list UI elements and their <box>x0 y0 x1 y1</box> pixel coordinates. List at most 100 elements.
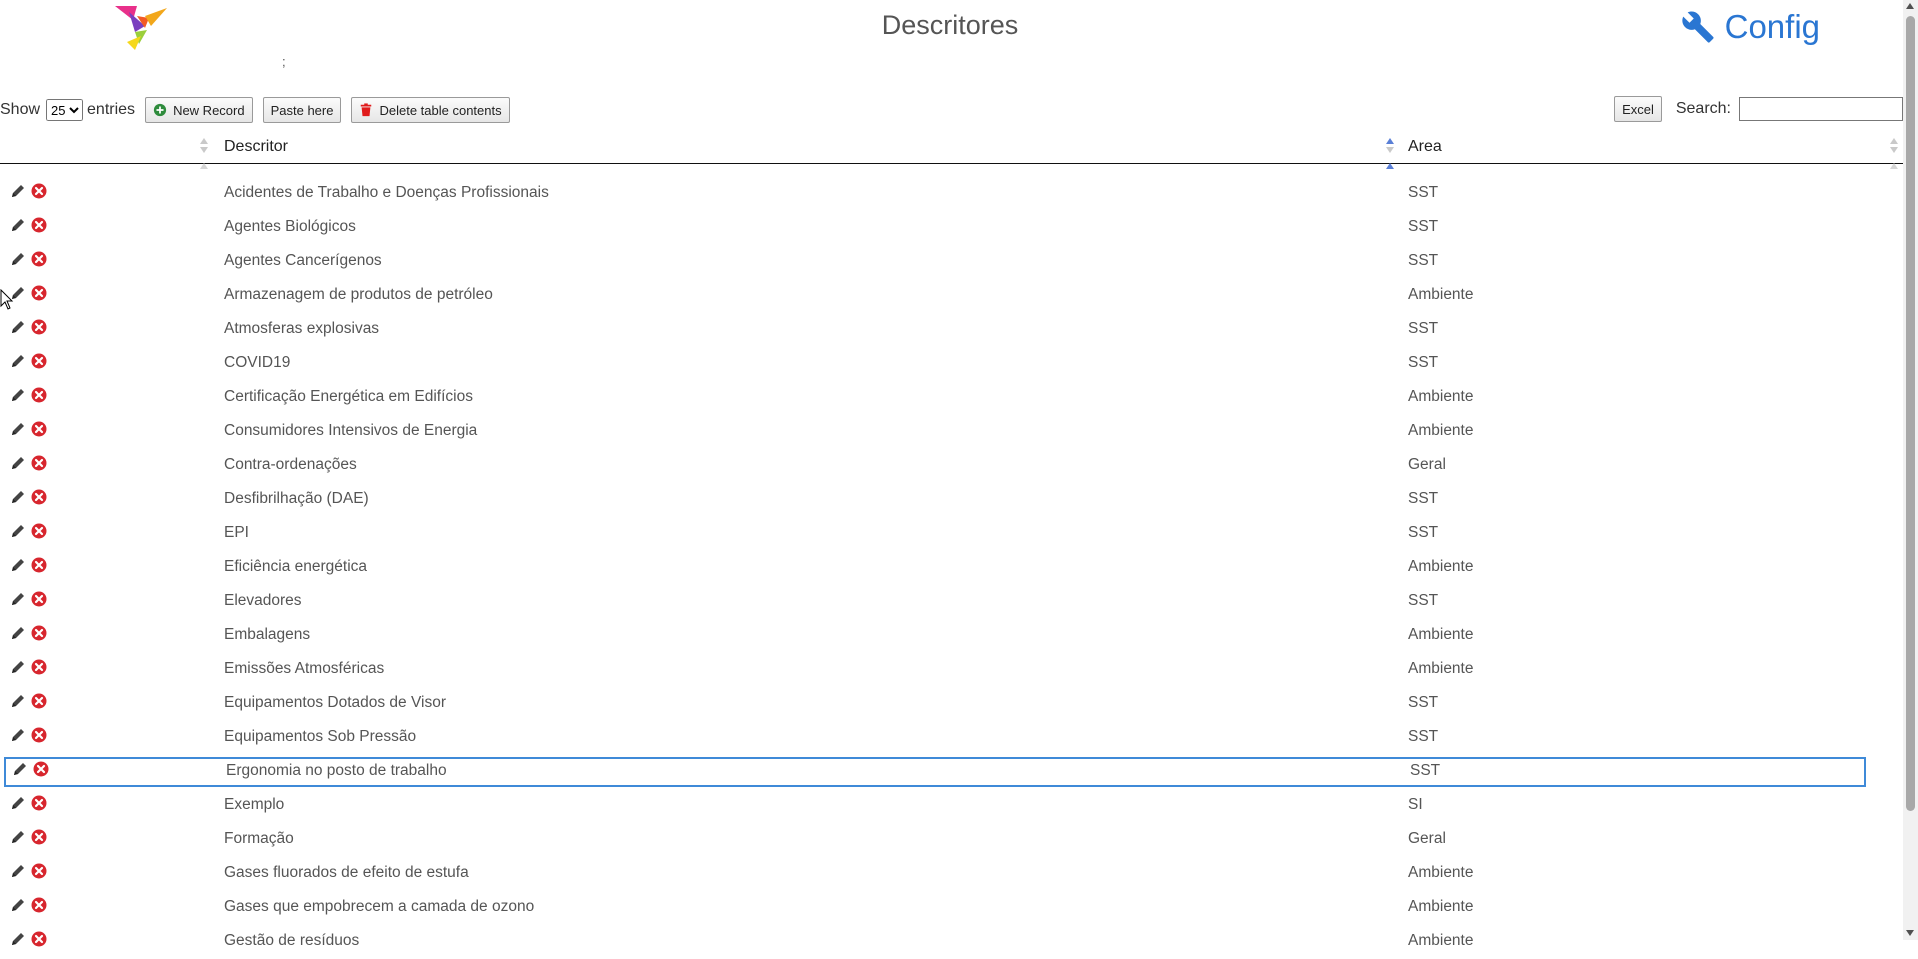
table-row[interactable]: Exemplo SI <box>0 789 1903 823</box>
delete-x-icon[interactable] <box>31 659 47 675</box>
edit-pencil-icon[interactable] <box>10 523 26 539</box>
table-row[interactable]: Eficiência energética Ambiente <box>0 551 1903 585</box>
column-header-descritor[interactable]: Descritor <box>224 138 288 156</box>
cell-area: Geral <box>1408 830 1446 847</box>
edit-pencil-icon[interactable] <box>10 625 26 641</box>
edit-pencil-icon[interactable] <box>10 387 26 403</box>
row-actions <box>10 489 52 505</box>
delete-x-icon[interactable] <box>31 625 47 641</box>
delete-x-icon[interactable] <box>31 251 47 267</box>
table-row[interactable]: Acidentes de Trabalho e Doenças Profissi… <box>0 177 1903 211</box>
delete-table-button[interactable]: Delete table contents <box>351 97 510 123</box>
delete-x-icon[interactable] <box>31 353 47 369</box>
row-actions <box>10 829 52 845</box>
table-row[interactable]: Ergonomia no posto de trabalho SST <box>2 755 1868 789</box>
cell-area: Ambiente <box>1408 388 1474 405</box>
vertical-scrollbar[interactable] <box>1903 0 1918 940</box>
delete-x-icon[interactable] <box>31 591 47 607</box>
edit-pencil-icon[interactable] <box>10 217 26 233</box>
table-row[interactable]: Equipamentos Sob Pressão SST <box>0 721 1903 755</box>
table-row[interactable]: Gases que empobrecem a camada de ozono Am… <box>0 891 1903 925</box>
edit-pencil-icon[interactable] <box>10 931 26 947</box>
table-row[interactable]: Gestão de resíduos Ambiente <box>0 925 1903 959</box>
edit-pencil-icon[interactable] <box>10 319 26 335</box>
edit-pencil-icon[interactable] <box>10 693 26 709</box>
delete-x-icon[interactable] <box>33 761 49 777</box>
table-row[interactable]: Agentes Biológicos SST <box>0 211 1903 245</box>
descritor-sort-icon[interactable] <box>1385 138 1395 156</box>
scroll-down-icon[interactable] <box>1906 930 1914 936</box>
table-row[interactable]: EPI SST <box>0 517 1903 551</box>
delete-x-icon[interactable] <box>31 489 47 505</box>
delete-x-icon[interactable] <box>31 557 47 573</box>
edit-pencil-icon[interactable] <box>10 727 26 743</box>
edit-pencil-icon[interactable] <box>10 659 26 675</box>
delete-x-icon[interactable] <box>31 421 47 437</box>
delete-x-icon[interactable] <box>31 795 47 811</box>
stray-text: ; <box>282 54 286 69</box>
cell-descritor: Eficiência energética <box>224 558 368 575</box>
cell-area: Ambiente <box>1408 898 1474 915</box>
edit-pencil-icon[interactable] <box>10 489 26 505</box>
edit-pencil-icon[interactable] <box>10 251 26 267</box>
new-record-button[interactable]: New Record <box>145 97 253 123</box>
delete-x-icon[interactable] <box>31 285 47 301</box>
table-row[interactable]: Armazenagem de produtos de petróleo Ambie… <box>0 279 1903 313</box>
edit-pencil-icon[interactable] <box>10 591 26 607</box>
excel-button[interactable]: Excel <box>1614 96 1662 122</box>
search-input[interactable] <box>1739 97 1903 121</box>
scroll-up-icon[interactable] <box>1906 3 1914 9</box>
table-row[interactable]: Agentes Cancerígenos SST <box>0 245 1903 279</box>
column-header-area[interactable]: Area <box>1408 138 1442 156</box>
cell-descritor: Certificação Energética em Edifícios <box>224 388 473 405</box>
cell-descritor: Acidentes de Trabalho e Doenças Profissi… <box>224 184 549 201</box>
delete-x-icon[interactable] <box>31 455 47 471</box>
actions-sub-sort-icon <box>200 163 208 169</box>
table-row[interactable]: Gases fluorados de efeito de estufa Ambie… <box>0 857 1903 891</box>
delete-x-icon[interactable] <box>31 931 47 947</box>
table-row[interactable]: Desfibrilhação (DAE) SST <box>0 483 1903 517</box>
delete-x-icon[interactable] <box>31 319 47 335</box>
delete-x-icon[interactable] <box>31 183 47 199</box>
cell-descritor: Gestão de resíduos <box>224 932 360 949</box>
table-row[interactable]: Formação Geral <box>0 823 1903 857</box>
edit-pencil-icon[interactable] <box>10 557 26 573</box>
paste-button[interactable]: Paste here <box>262 97 342 123</box>
table-row[interactable]: Consumidores Intensivos de Energia Ambien… <box>0 415 1903 449</box>
delete-x-icon[interactable] <box>31 727 47 743</box>
edit-pencil-icon[interactable] <box>10 183 26 199</box>
row-actions <box>12 761 54 777</box>
delete-x-icon[interactable] <box>31 897 47 913</box>
cell-area: Ambiente <box>1408 864 1474 881</box>
cell-descritor: Emissões Atmosféricas <box>224 660 385 677</box>
delete-x-icon[interactable] <box>31 387 47 403</box>
actions-column-sort-icon[interactable] <box>199 138 209 156</box>
table-row[interactable]: Emissões Atmosféricas Ambiente <box>0 653 1903 687</box>
edit-pencil-icon[interactable] <box>10 863 26 879</box>
table-row[interactable]: Certificação Energética em Edifícios Ambi… <box>0 381 1903 415</box>
delete-x-icon[interactable] <box>31 863 47 879</box>
delete-x-icon[interactable] <box>31 829 47 845</box>
table-row[interactable]: Equipamentos Dotados de Visor SST <box>0 687 1903 721</box>
table-row[interactable]: COVID19 SST <box>0 347 1903 381</box>
config-link[interactable]: Config <box>1681 8 1820 46</box>
edit-pencil-icon[interactable] <box>10 897 26 913</box>
table-row[interactable]: Embalagens Ambiente <box>0 619 1903 653</box>
delete-x-icon[interactable] <box>31 523 47 539</box>
table-row[interactable]: Elevadores SST <box>0 585 1903 619</box>
edit-pencil-icon[interactable] <box>10 795 26 811</box>
edit-pencil-icon[interactable] <box>12 761 28 777</box>
entries-select[interactable]: 25 <box>46 99 84 121</box>
area-sort-icon[interactable] <box>1889 138 1899 156</box>
edit-pencil-icon[interactable] <box>10 829 26 845</box>
scrollbar-thumb[interactable] <box>1906 16 1915 811</box>
edit-pencil-icon[interactable] <box>10 455 26 471</box>
table-row[interactable]: Atmosferas explosivas SST <box>0 313 1903 347</box>
table-right-tools: Excel Search: <box>1614 96 1903 122</box>
edit-pencil-icon[interactable] <box>10 353 26 369</box>
table-row[interactable]: Contra-ordenações Geral <box>0 449 1903 483</box>
row-actions <box>10 353 52 369</box>
delete-x-icon[interactable] <box>31 217 47 233</box>
edit-pencil-icon[interactable] <box>10 421 26 437</box>
delete-x-icon[interactable] <box>31 693 47 709</box>
